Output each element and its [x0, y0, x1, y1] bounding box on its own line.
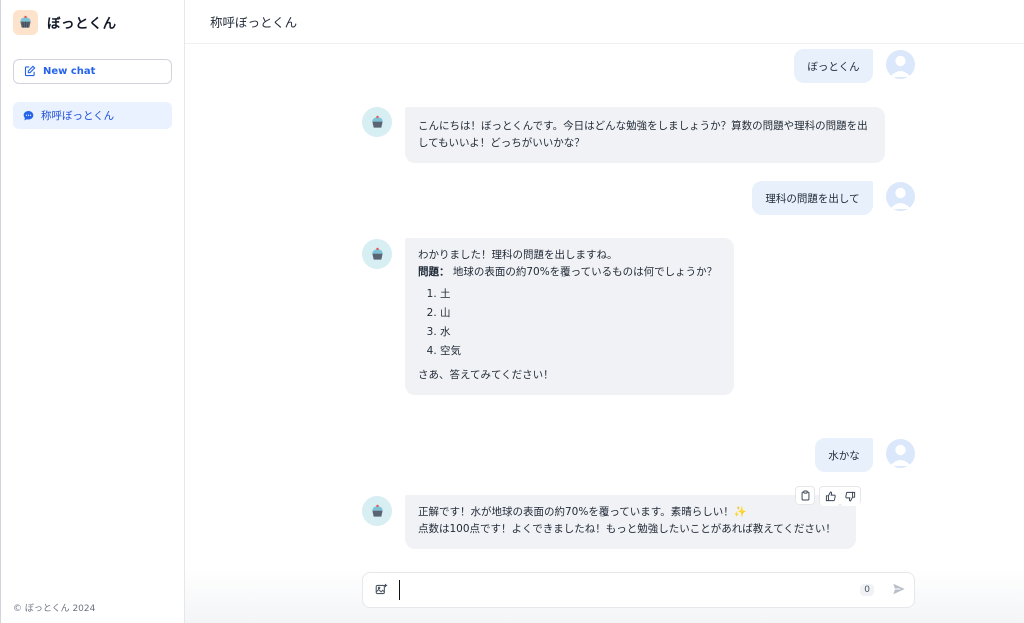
thumbs-down-icon — [844, 487, 856, 506]
message-outro: さあ、答えてみてください！ — [418, 369, 554, 381]
list-item: 水 — [440, 323, 721, 342]
bot-message: 正解です！水が地球の表面の約70%を覆っています。素晴らしい！✨ 点数は100点… — [405, 495, 856, 549]
user-avatar-icon — [886, 182, 915, 211]
chat-bubble-icon — [23, 106, 34, 125]
send-icon — [892, 581, 906, 600]
chat-title: 称呼ぼっとくん — [210, 15, 298, 30]
new-chat-button[interactable]: New chat — [13, 59, 172, 84]
message-line-1: 正解です！水が地球の表面の約70%を覆っています。素晴らしい！✨ — [418, 506, 747, 518]
bot-message: こんにちは！ぼっとくんです。今日はどんな勉強をしましょうか？算数の問題や理科の問… — [405, 107, 885, 163]
question-text: 地球の表面の約70%を覆っているものは何でしょうか？ — [452, 266, 718, 278]
user-avatar-icon — [886, 439, 915, 468]
image-plus-icon — [375, 581, 388, 600]
cupcake-icon — [13, 9, 38, 35]
send-button[interactable] — [884, 572, 914, 608]
clipboard-icon — [800, 486, 811, 505]
sidebar-item-label: 称呼ぼっとくん — [41, 110, 115, 122]
user-message: ぼっとくん — [794, 49, 873, 83]
bot-avatar-icon — [362, 496, 392, 526]
message-actions — [795, 486, 861, 506]
message-line-2: 点数は100点です！よくできましたね！もっと勉強したいことがあれば教えてください… — [418, 523, 836, 535]
chat-header: 称呼ぼっとくん — [185, 0, 1024, 44]
message-text: 理科の問題を出して — [765, 192, 860, 205]
attach-image-button[interactable] — [363, 572, 399, 608]
answer-options: 土 山 水 空気 — [418, 285, 721, 361]
message-composer: 0 — [362, 572, 915, 608]
message-text: こんにちは！ぼっとくんです。今日はどんな勉強をしましょうか？算数の問題や理科の問… — [418, 120, 868, 149]
bot-avatar-icon — [362, 107, 392, 137]
dislike-button[interactable] — [840, 487, 860, 506]
list-item: 土 — [440, 285, 721, 304]
message-input[interactable] — [399, 580, 861, 600]
user-message: 理科の問題を出して — [752, 181, 873, 215]
sidebar-item-chat[interactable]: 称呼ぼっとくん — [13, 102, 172, 129]
brand: ぼっとくん — [0, 0, 184, 44]
chat-main: 称呼ぼっとくん ぼっとくん こんにちは！ぼっとくんです。今日はどんな勉強をしまし… — [185, 0, 1024, 623]
question-label: 問題： — [418, 266, 450, 278]
copy-button[interactable] — [795, 486, 815, 505]
user-avatar-icon — [886, 50, 915, 79]
footer-copyright: © ぼっとくん 2024 — [13, 604, 96, 614]
feedback-group — [819, 486, 861, 506]
list-item: 空気 — [440, 342, 721, 361]
question-line: 問題： 地球の表面の約70%を覆っているものは何でしょうか？ — [418, 264, 721, 281]
bot-avatar-icon — [362, 239, 392, 269]
sidebar: ぼっとくん New chat 称呼ぼっとくん © ぼっとくん 2024 — [0, 0, 185, 623]
message-text: ぼっとくん — [807, 60, 860, 73]
message-text: 水かな — [828, 449, 860, 462]
new-chat-label: New chat — [43, 66, 96, 77]
thumbs-up-icon — [825, 487, 836, 506]
user-message: 水かな — [815, 438, 873, 472]
char-count: 0 — [860, 584, 874, 596]
app-window: ぼっとくん New chat 称呼ぼっとくん © ぼっとくん 2024 称呼ぼっ… — [0, 0, 1024, 623]
like-button[interactable] — [820, 487, 840, 506]
list-item: 山 — [440, 304, 721, 323]
edit-icon — [24, 62, 36, 81]
brand-name: ぼっとくん — [47, 16, 117, 32]
message-intro: わかりました！理科の問題を出しますね。 — [418, 249, 618, 261]
bot-message: わかりました！理科の問題を出しますね。 問題： 地球の表面の約70%を覆っている… — [405, 238, 734, 395]
